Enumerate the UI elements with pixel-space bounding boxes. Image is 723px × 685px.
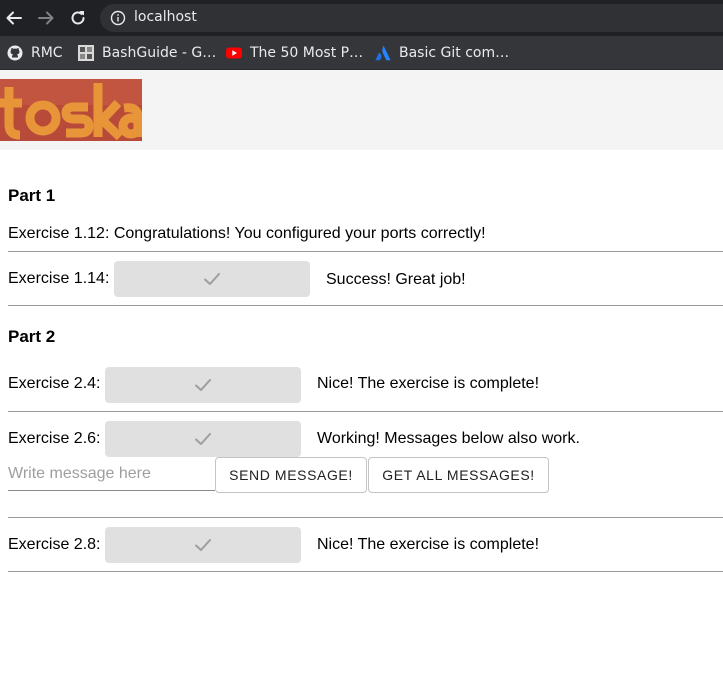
divider (8, 517, 723, 518)
bookmark-youtube[interactable]: The 50 Most P… (226, 36, 363, 70)
reload-button[interactable] (66, 6, 90, 30)
check-icon (195, 539, 211, 551)
exercise-2-8-status: Nice! The exercise is complete! (317, 536, 540, 553)
exercise-1-12-text: Exercise 1.12: Congratulations! You conf… (8, 225, 486, 242)
divider (8, 305, 723, 306)
bookmark-label: The 50 Most P… (250, 45, 364, 61)
divider (8, 251, 723, 252)
check-icon (195, 433, 211, 445)
send-message-button[interactable]: SEND MESSAGE! (215, 457, 367, 493)
reload-icon (71, 11, 85, 25)
bookmarks-bar: RMC BashGuide - G… The 50 Most P… Basic … (0, 36, 723, 70)
address-bar[interactable]: localhost (100, 4, 723, 32)
get-all-messages-button[interactable]: GET ALL MESSAGES! (368, 457, 549, 493)
browser-toolbar: localhost (0, 0, 723, 36)
part-2-title: Part 2 (8, 327, 56, 346)
bookmark-basic-git[interactable]: Basic Git com… (375, 36, 509, 70)
back-arrow-icon (6, 11, 22, 25)
forward-button[interactable] (34, 6, 58, 30)
exercise-1-14-check-button[interactable] (114, 261, 310, 297)
bashguide-favicon-icon (78, 45, 94, 61)
exercise-2-4-check-button[interactable] (105, 367, 301, 403)
exercise-2-8-check-button[interactable] (105, 527, 301, 563)
address-url: localhost (134, 9, 197, 25)
check-icon (204, 273, 220, 285)
bookmark-label: BashGuide - G… (102, 45, 217, 61)
site-info-icon[interactable] (110, 10, 126, 26)
divider (8, 571, 723, 572)
exercise-2-6-check-button[interactable] (105, 421, 301, 457)
bookmark-label: RMC (31, 45, 63, 61)
atlassian-icon (375, 45, 391, 61)
exercise-1-14-status: Success! Great job! (326, 271, 466, 288)
back-button[interactable] (2, 6, 26, 30)
exercise-2-4-status: Nice! The exercise is complete! (317, 375, 540, 392)
bookmark-label: Basic Git com… (399, 45, 510, 61)
bookmark-bashguide[interactable]: BashGuide - G… (78, 36, 216, 70)
github-icon (7, 45, 23, 61)
forward-arrow-icon (38, 11, 54, 25)
exercise-2-6-status: Working! Messages below also work. (317, 430, 580, 447)
part-1-title: Part 1 (8, 186, 56, 205)
bookmark-rmc[interactable]: RMC (7, 36, 63, 70)
check-icon (195, 379, 211, 391)
toska-logo: toska (0, 79, 142, 141)
exercise-2-8-label: Exercise 2.8: (8, 536, 101, 553)
message-input[interactable] (8, 458, 215, 491)
exercise-2-4-label: Exercise 2.4: (8, 375, 101, 392)
exercise-2-6-label: Exercise 2.6: (8, 430, 101, 447)
exercise-1-14-label: Exercise 1.14: (8, 270, 110, 287)
page-header: toska (0, 70, 723, 150)
divider (8, 411, 723, 412)
youtube-icon (226, 47, 242, 59)
